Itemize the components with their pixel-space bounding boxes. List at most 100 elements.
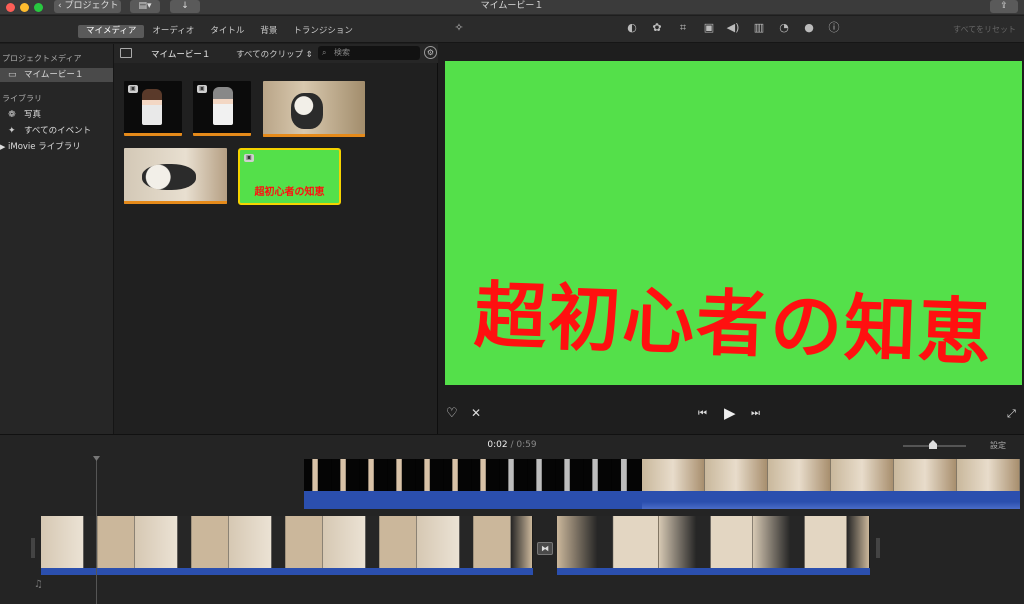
volume-icon[interactable]: ◀)	[726, 21, 740, 35]
color-correction-icon[interactable]: ✿	[650, 21, 664, 35]
clip-frame	[894, 459, 957, 491]
media-tabs: マイメディア オーディオ タイトル 背景 トランジション	[78, 25, 361, 38]
audio-track-primary-1[interactable]	[41, 568, 533, 575]
sidebar-item-label: マイムービー１	[24, 70, 84, 80]
magic-wand-icon[interactable]: ✧	[452, 21, 466, 35]
total-time: 0:59	[516, 440, 537, 450]
clip-thumbnail-title[interactable]: ▣ 超初心者の知恵	[238, 148, 341, 205]
fullscreen-icon[interactable]: ⤢	[1007, 407, 1016, 421]
crop-icon[interactable]: ⌗	[676, 21, 690, 35]
clip-frame	[444, 459, 472, 491]
search-icon: ⌕	[322, 48, 327, 57]
heart-icon[interactable]: ♡	[446, 406, 458, 421]
clip-frame	[612, 459, 642, 491]
storyline-start-handle[interactable]	[31, 538, 35, 558]
sidebar-item-all-events[interactable]: ✦ すべてのイベント	[0, 124, 113, 138]
clip-thumbnail-anime-1[interactable]: ▣	[124, 81, 182, 136]
skip-forward-icon[interactable]: ⏭	[751, 408, 760, 419]
storyline-end-handle[interactable]	[876, 538, 880, 558]
tab-my-media[interactable]: マイメディア	[78, 25, 145, 38]
sidebar-item-photos[interactable]: ❁ 写真	[0, 108, 113, 122]
sidebar-item-project[interactable]: ▭ マイムービー１	[0, 68, 113, 82]
window-title: マイムービー１	[480, 1, 544, 11]
playhead[interactable]	[96, 458, 97, 604]
cat-figure	[291, 93, 323, 129]
clip-frame	[642, 459, 705, 491]
clip-filter-icon[interactable]: ●	[802, 21, 816, 35]
sidebar-item-imovie-library[interactable]: ▶ iMovie ライブラリ	[0, 140, 113, 154]
reset-all-button[interactable]: すべてをリセット	[953, 24, 1016, 35]
clip-frame	[360, 459, 388, 491]
browser-project-name: マイムービー１	[151, 50, 211, 60]
library-heading: ライブラリ	[2, 94, 42, 103]
speed-icon[interactable]: ◔	[777, 21, 791, 35]
clip-frame	[659, 516, 753, 568]
flower-icon: ❁	[8, 110, 16, 120]
music-note-icon: ♫	[34, 579, 43, 590]
primary-clip-1[interactable]	[41, 516, 533, 568]
camera-icon: ▣	[128, 85, 138, 93]
clip-filter-dropdown[interactable]: すべてのクリップ ⇕	[236, 48, 313, 60]
character-figure	[213, 87, 233, 125]
used-marker	[124, 201, 227, 204]
sidebar-item-label: 写真	[24, 110, 42, 120]
project-media-heading: プロジェクトメディア	[2, 54, 82, 63]
share-button[interactable]: ⇪	[990, 0, 1018, 13]
clip-frame	[768, 459, 831, 491]
star-icon: ✦	[8, 126, 16, 136]
audio-waveform-cat[interactable]	[642, 491, 1020, 509]
clip-frame	[557, 516, 659, 568]
search-placeholder: 検索	[334, 48, 350, 57]
viewer-frame: 超初心者の知恵	[445, 61, 1022, 385]
tab-titles[interactable]: タイトル	[202, 25, 252, 38]
primary-clip-2[interactable]	[557, 516, 870, 568]
clip-frame	[135, 516, 229, 568]
clip-thumbnail-cat-1[interactable]	[263, 81, 365, 137]
search-input[interactable]: ⌕ 検索	[318, 46, 420, 60]
clip-filter-label: すべてのクリップ	[236, 50, 304, 60]
timecode: 0:02 / 0:59	[0, 440, 1024, 450]
stabilization-icon[interactable]: ▣	[702, 21, 716, 35]
used-marker	[124, 133, 182, 136]
used-marker	[263, 134, 365, 137]
tab-backgrounds[interactable]: 背景	[252, 25, 285, 38]
time-separator: /	[510, 440, 514, 450]
cat-figure	[142, 164, 196, 190]
current-time: 0:02	[487, 440, 508, 450]
play-icon[interactable]: ▶	[724, 404, 736, 422]
connected-clip-cat[interactable]	[642, 459, 1020, 491]
tab-transitions[interactable]: トランジション	[285, 25, 361, 38]
camera-icon: ▣	[197, 85, 207, 93]
tab-audio[interactable]: オーディオ	[144, 25, 202, 38]
clip-frame	[957, 459, 1020, 491]
audio-track-primary-2[interactable]	[557, 568, 870, 575]
title-clip-text: 超初心者の知恵	[254, 187, 325, 198]
clip-frame	[847, 516, 870, 568]
clip-thumbnail-anime-2[interactable]: ▣	[193, 81, 251, 136]
noise-reduction-icon[interactable]: ▥	[752, 21, 766, 35]
audio-track-anime[interactable]	[304, 491, 642, 509]
used-marker	[193, 133, 251, 136]
share-icon: ⇪	[1000, 1, 1008, 11]
clip-frame	[472, 459, 500, 491]
sidebar-toggle-icon[interactable]	[120, 48, 132, 58]
clip-frame	[831, 459, 894, 491]
clip-frame	[528, 459, 556, 491]
color-balance-icon[interactable]: ◐	[625, 21, 639, 35]
imovie-window: ‹ プロジェクト ▤▾ ↓ マイムービー１ ⇪ マイメディア オーディオ タイト…	[0, 0, 1024, 604]
clip-frame	[417, 516, 511, 568]
clapper-icon: ▭	[8, 70, 17, 80]
clip-frame	[511, 516, 533, 568]
gear-icon[interactable]: ⚙	[424, 46, 437, 59]
reject-icon[interactable]: ✕	[471, 406, 481, 420]
connected-clip-anime[interactable]	[304, 459, 642, 491]
clip-frame	[388, 459, 416, 491]
timeline-settings-button[interactable]: 設定	[990, 440, 1006, 451]
info-icon[interactable]: ⓘ	[827, 21, 841, 35]
clip-frame	[229, 516, 323, 568]
clip-frame	[753, 516, 847, 568]
transition-icon[interactable]: ⧓	[537, 542, 553, 555]
skip-back-icon[interactable]: ⏮	[698, 408, 707, 419]
sidebar-item-label: iMovie ライブラリ	[8, 142, 81, 152]
clip-thumbnail-cat-2[interactable]	[124, 148, 227, 204]
